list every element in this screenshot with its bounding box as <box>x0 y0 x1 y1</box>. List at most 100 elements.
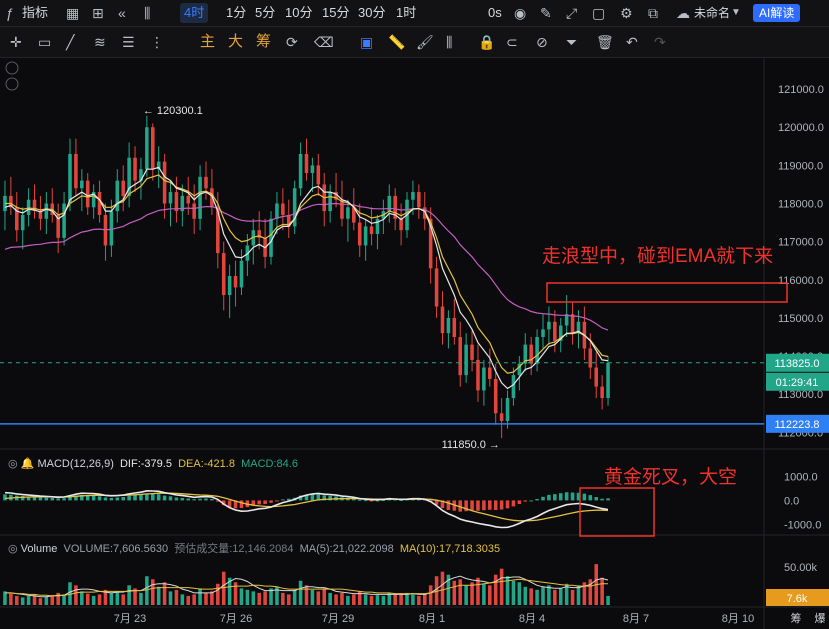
candle-body <box>80 180 84 189</box>
macd-histogram-bar <box>56 498 60 501</box>
candle-body <box>363 226 368 246</box>
volume-bar <box>74 585 78 605</box>
volume-bar <box>375 595 380 605</box>
candle-body <box>239 260 244 288</box>
price-tick-label: 119000.0 <box>778 160 823 172</box>
macd-histogram-bar <box>180 498 185 501</box>
macd-histogram-bar <box>3 494 7 501</box>
candle-body <box>20 214 25 231</box>
candle-body <box>476 359 480 391</box>
macd-annotation-text: 黄金死叉，大空 <box>604 466 737 488</box>
volume-bar <box>91 595 96 605</box>
macd-histogram-bar <box>446 500 451 510</box>
candle-body <box>121 180 125 196</box>
volume-bar <box>168 591 173 605</box>
macd-histogram-bar <box>239 500 244 509</box>
volume-bar <box>476 577 480 605</box>
volume-bar <box>523 586 528 605</box>
ema-lines <box>4 166 609 390</box>
macd-header: ◎ 🔔 MACD(12,26,9) DIF:-379.5 DEA:-421.8 … <box>8 457 298 470</box>
macd-histogram-bar <box>375 500 380 502</box>
eye-icon[interactable]: ◎ <box>8 458 18 470</box>
candle-body <box>346 207 350 219</box>
candle-body <box>115 180 120 212</box>
macd-histogram-bar <box>511 500 516 507</box>
volume-bar <box>281 592 285 605</box>
volume-bar <box>482 583 486 605</box>
volume-bar <box>493 574 498 605</box>
price-tick-label: 121000.0 <box>778 84 824 96</box>
candle-body <box>600 386 604 399</box>
macd-histogram-bar <box>269 500 273 503</box>
volume-bar <box>245 589 250 605</box>
volume-bar <box>292 589 297 605</box>
volume-bar <box>517 582 522 605</box>
bell-icon[interactable]: 🔔 <box>21 458 35 470</box>
macd-histogram-bar <box>564 492 569 501</box>
macd-histogram-bar <box>281 499 285 501</box>
macd-name: MACD(12,26,9) <box>37 458 114 470</box>
volume-tick-label: 50.00k <box>784 562 818 574</box>
macd-histogram-bar <box>363 500 368 502</box>
macd-histogram-bar <box>62 498 66 501</box>
macd-histogram-bar <box>121 497 125 501</box>
candle-body <box>233 275 238 288</box>
macd-histogram-bar <box>204 498 208 501</box>
candle-body <box>85 180 90 208</box>
volume-bar <box>399 594 403 605</box>
candle-body <box>499 413 504 421</box>
candle-body <box>505 398 510 421</box>
volume-bar <box>346 595 350 605</box>
candle-body <box>168 192 173 204</box>
volume-bar <box>286 594 291 605</box>
macd-value: MACD:84.6 <box>241 458 298 470</box>
eye-icon[interactable]: ◎ <box>8 543 18 555</box>
candle-body <box>192 203 196 219</box>
candle-body <box>357 222 362 246</box>
volume-bar <box>558 588 563 605</box>
volume-header: ◎ Volume VOLUME:7,606.5630 预估成交量:12,146.… <box>8 540 500 556</box>
macd-histogram-bar <box>150 493 155 501</box>
current-price-text: 113825.0 <box>774 358 819 370</box>
price-tick-label: 120000.0 <box>778 122 824 134</box>
candle-body <box>62 203 66 238</box>
low-price-label: 111850.0 → <box>442 439 500 451</box>
candle-body <box>198 176 202 219</box>
macd-histogram-bar <box>594 497 598 501</box>
macd-histogram-bar <box>257 500 261 505</box>
candle-body <box>417 192 421 208</box>
x-tick-label: 8月 7 <box>623 613 649 625</box>
macd-histogram-bar <box>91 495 96 501</box>
volume-bar <box>80 591 84 605</box>
ema-resistance-box <box>546 282 788 303</box>
volume-bar <box>310 589 315 605</box>
macd-histogram-bar <box>192 499 196 501</box>
volume-bar <box>204 592 208 605</box>
candle-body <box>594 367 598 387</box>
macd-histogram-bar <box>133 495 137 501</box>
macd-histogram-bar <box>600 498 604 501</box>
volume-estimate: 预估成交量:12,146.2084 <box>174 543 294 555</box>
volume-bar <box>428 585 433 605</box>
macd-dea: DEA:-421.8 <box>178 458 235 470</box>
macd-histogram-bar <box>50 498 55 501</box>
annotations: 113825.0 01:29:41 112223.8 7.6k ← 120300.1 11… <box>0 61 829 606</box>
volume-bar <box>174 589 179 605</box>
volume-bar <box>600 577 604 605</box>
price-tick-label: 113000.0 <box>778 389 823 401</box>
candlestick-chart[interactable]: 121000.0 120000.0 119000.0 118000.0 117000.0… <box>0 0 829 629</box>
volume-bar <box>322 588 327 605</box>
candle-body <box>109 211 114 246</box>
volume-bar <box>115 591 120 605</box>
macd-histogram-bar <box>369 500 374 502</box>
volume-bar <box>363 594 368 605</box>
candle-body <box>281 203 285 215</box>
volume-bar <box>411 594 415 605</box>
macd-histogram-bar <box>139 494 143 501</box>
volume-bar <box>488 585 492 605</box>
volume-panel <box>3 564 610 605</box>
candle-body <box>411 192 415 200</box>
macd-histogram-bar <box>476 500 480 511</box>
volume-bar <box>62 594 66 605</box>
volume-bar <box>251 591 256 605</box>
